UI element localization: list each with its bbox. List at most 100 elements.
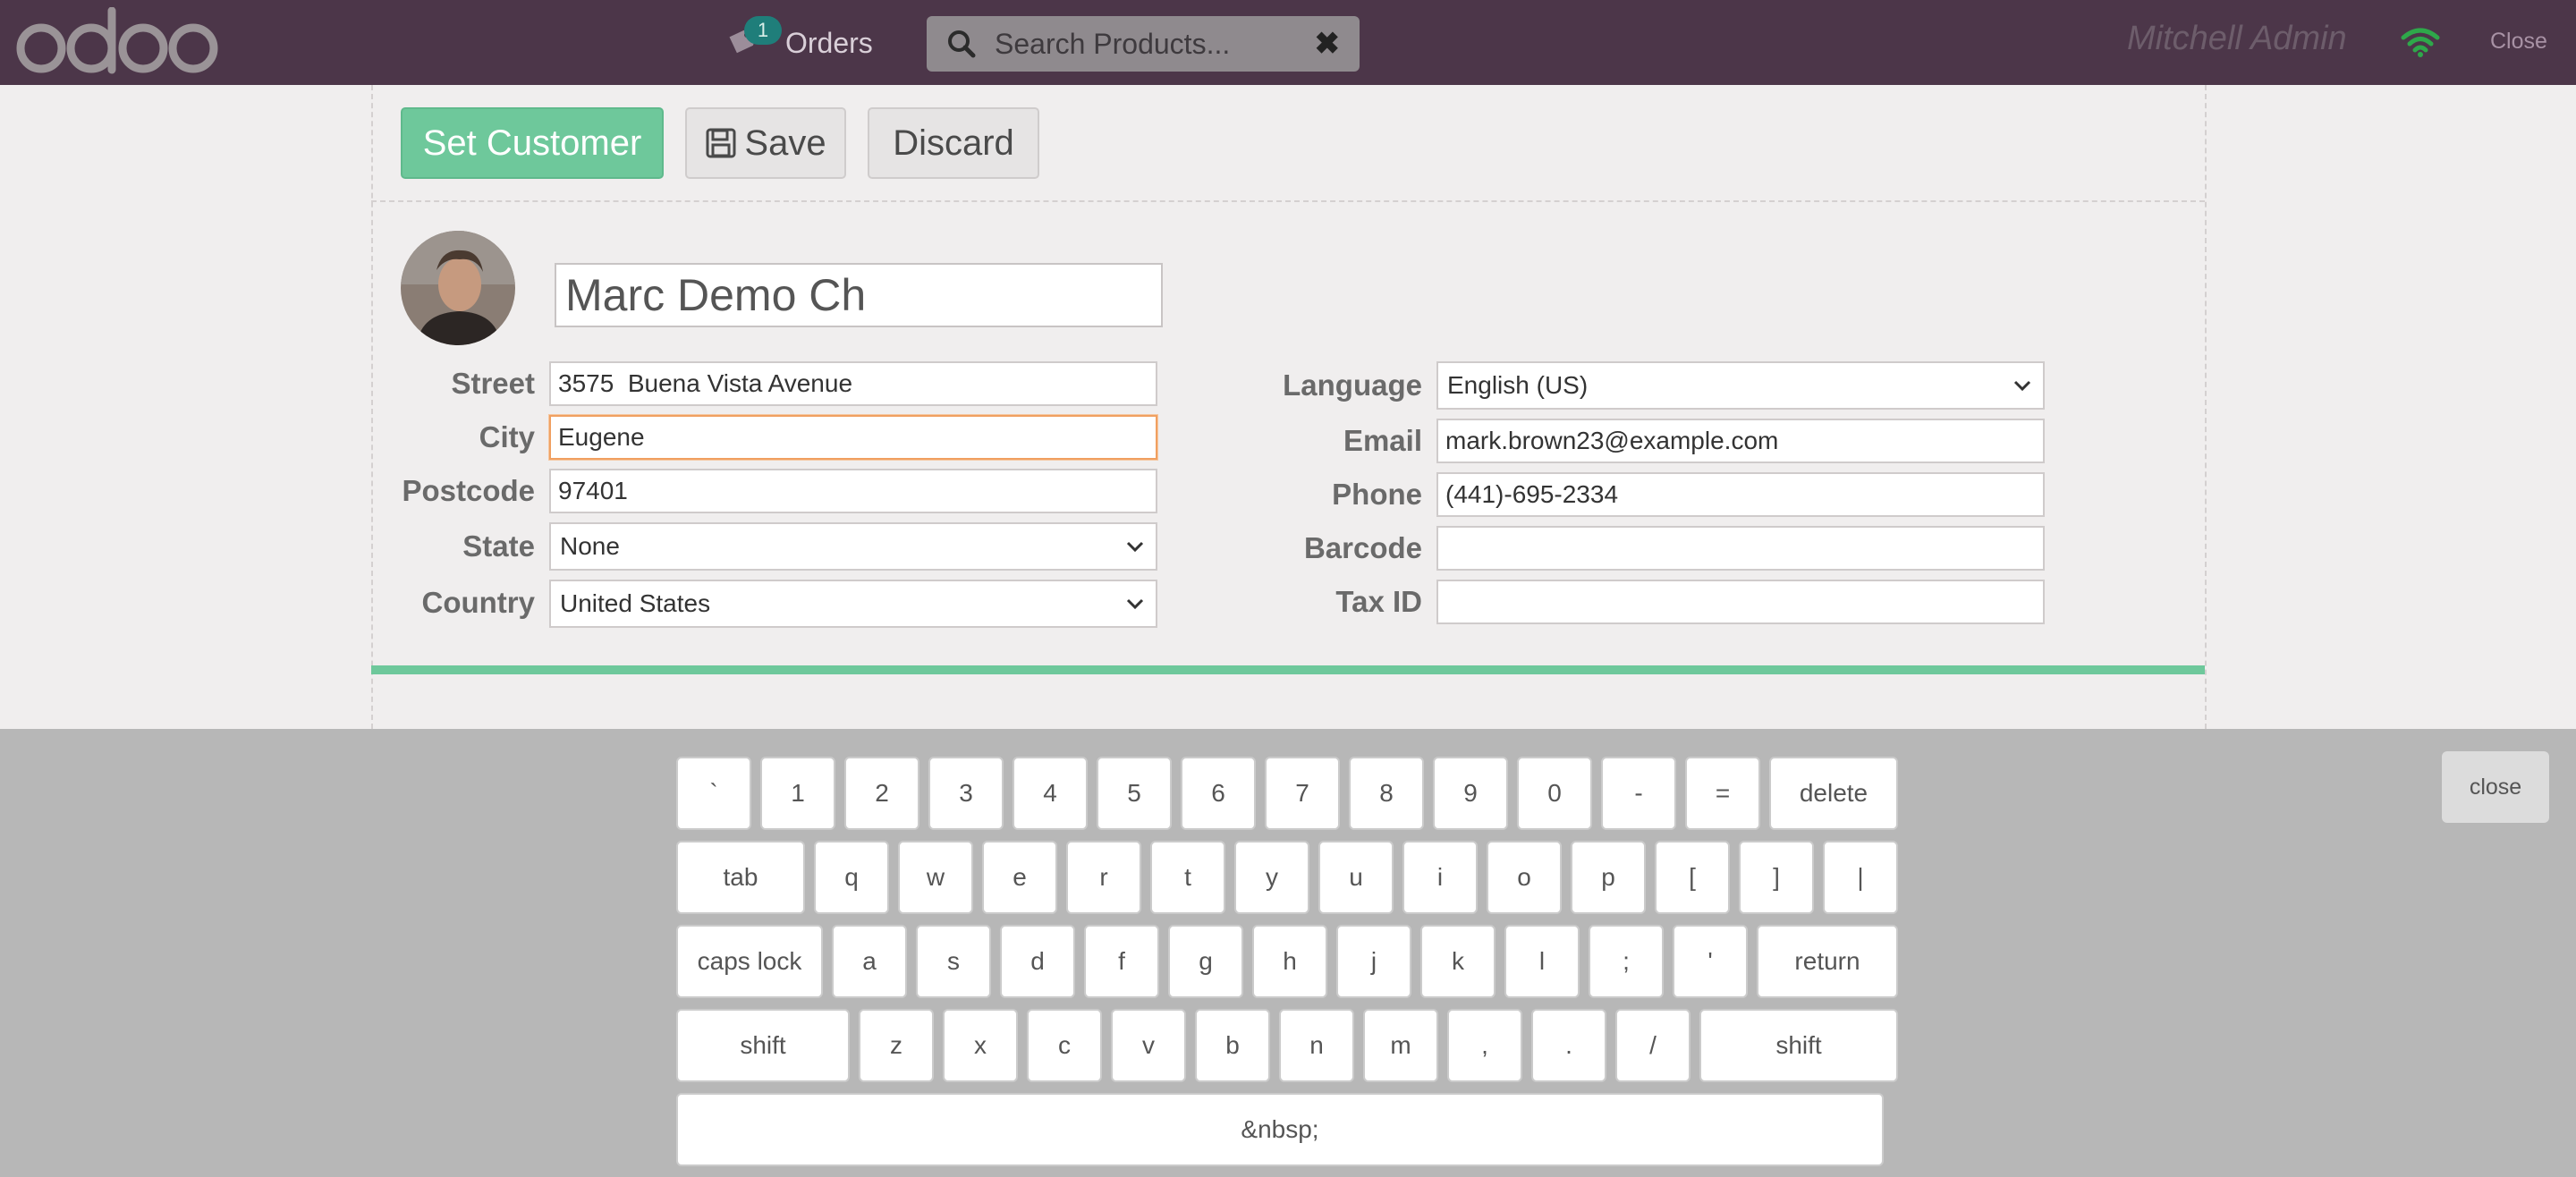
key[interactable]: 2 — [844, 757, 919, 830]
key[interactable]: 0 — [1517, 757, 1592, 830]
key[interactable]: e — [982, 841, 1057, 914]
key[interactable]: - — [1601, 757, 1676, 830]
street-label: Street — [451, 367, 535, 400]
odoo-logo[interactable] — [16, 7, 220, 77]
country-label: Country — [421, 586, 536, 619]
orders-label: Orders — [785, 26, 873, 59]
product-search-box: ✖ — [927, 16, 1360, 72]
key[interactable]: | — [1823, 841, 1898, 914]
key[interactable]: r — [1066, 841, 1141, 914]
top-bar: 1 Orders ✖ Mitchell Admin Close — [0, 0, 2576, 85]
key[interactable]: p — [1571, 841, 1646, 914]
key[interactable]: n — [1279, 1009, 1354, 1082]
key[interactable]: 9 — [1433, 757, 1508, 830]
chevron-down-icon — [2013, 380, 2031, 392]
city-label: City — [479, 420, 535, 453]
state-select[interactable]: None — [549, 522, 1157, 571]
key[interactable]: 8 — [1349, 757, 1424, 830]
phone-input[interactable] — [1436, 472, 2045, 517]
key-space[interactable]: &nbsp; — [676, 1093, 1884, 1166]
user-name[interactable]: Mitchell Admin — [2127, 20, 2347, 58]
key[interactable]: t — [1150, 841, 1225, 914]
save-button[interactable]: Save — [685, 107, 846, 179]
tax-id-label: Tax ID — [1335, 585, 1422, 618]
key-shift-right[interactable]: shift — [1699, 1009, 1898, 1082]
key[interactable]: u — [1318, 841, 1394, 914]
key[interactable]: y — [1234, 841, 1309, 914]
orders-count-badge: 1 — [744, 16, 782, 45]
key[interactable]: 7 — [1265, 757, 1340, 830]
key[interactable]: a — [832, 925, 907, 998]
key[interactable]: q — [814, 841, 889, 914]
key[interactable]: f — [1084, 925, 1159, 998]
chevron-down-icon — [1126, 541, 1144, 553]
phone-label: Phone — [1332, 478, 1422, 511]
language-select[interactable]: English (US) — [1436, 361, 2045, 410]
barcode-input[interactable] — [1436, 526, 2045, 571]
key[interactable]: ] — [1739, 841, 1814, 914]
search-input[interactable] — [993, 26, 1309, 62]
key[interactable]: k — [1420, 925, 1496, 998]
key-shift-left[interactable]: shift — [676, 1009, 850, 1082]
wifi-icon — [2401, 28, 2440, 57]
key[interactable]: i — [1402, 841, 1478, 914]
key-delete[interactable]: delete — [1769, 757, 1898, 830]
key[interactable]: m — [1363, 1009, 1438, 1082]
orders-button[interactable]: 1 Orders — [723, 16, 873, 68]
language-label: Language — [1283, 368, 1422, 402]
key[interactable]: b — [1195, 1009, 1270, 1082]
section-divider — [371, 665, 2205, 674]
state-select-value: None — [560, 532, 620, 560]
key[interactable]: 3 — [928, 757, 1004, 830]
key[interactable]: o — [1487, 841, 1562, 914]
key[interactable]: j — [1336, 925, 1411, 998]
customer-name-input[interactable] — [555, 263, 1163, 327]
key[interactable]: 4 — [1013, 757, 1088, 830]
key[interactable]: v — [1111, 1009, 1186, 1082]
clear-search-icon[interactable]: ✖ — [1315, 29, 1341, 59]
state-label: State — [462, 529, 535, 563]
postcode-input[interactable] — [549, 469, 1157, 513]
key[interactable]: ` — [676, 757, 751, 830]
key[interactable]: = — [1685, 757, 1760, 830]
key[interactable]: g — [1168, 925, 1243, 998]
country-select[interactable]: United States — [549, 580, 1157, 628]
barcode-label: Barcode — [1303, 531, 1422, 564]
key[interactable]: x — [943, 1009, 1018, 1082]
key[interactable]: 5 — [1097, 757, 1172, 830]
key-return[interactable]: return — [1757, 925, 1898, 998]
language-select-value: English (US) — [1447, 371, 1589, 399]
key-tab[interactable]: tab — [676, 841, 805, 914]
customer-avatar[interactable] — [401, 231, 515, 345]
tax-id-input[interactable] — [1436, 580, 2045, 624]
tag-icon: 1 — [723, 16, 782, 61]
key[interactable]: [ — [1655, 841, 1730, 914]
key[interactable]: / — [1615, 1009, 1690, 1082]
key[interactable]: 1 — [760, 757, 835, 830]
key[interactable]: h — [1252, 925, 1327, 998]
key[interactable]: l — [1504, 925, 1580, 998]
keyboard-close-button[interactable]: close — [2442, 751, 2549, 823]
key[interactable]: w — [898, 841, 973, 914]
key[interactable]: 6 — [1181, 757, 1256, 830]
key[interactable]: ' — [1673, 925, 1748, 998]
key[interactable]: , — [1447, 1009, 1522, 1082]
close-session-button[interactable]: Close — [2490, 29, 2547, 55]
key[interactable]: d — [1000, 925, 1075, 998]
street-input[interactable] — [549, 361, 1157, 406]
key[interactable]: z — [859, 1009, 934, 1082]
key[interactable]: c — [1027, 1009, 1102, 1082]
key[interactable]: s — [916, 925, 991, 998]
toolbar-divider — [371, 200, 2205, 202]
email-label: Email — [1343, 424, 1422, 457]
key-caps-lock[interactable]: caps lock — [676, 925, 823, 998]
search-icon — [948, 30, 976, 58]
key[interactable]: ; — [1589, 925, 1664, 998]
key[interactable]: . — [1531, 1009, 1606, 1082]
chevron-down-icon — [1126, 598, 1144, 610]
city-input[interactable] — [549, 415, 1157, 460]
discard-button[interactable]: Discard — [868, 107, 1039, 179]
email-input[interactable] — [1436, 419, 2045, 463]
country-select-value: United States — [560, 589, 711, 617]
set-customer-button[interactable]: Set Customer — [401, 107, 664, 179]
